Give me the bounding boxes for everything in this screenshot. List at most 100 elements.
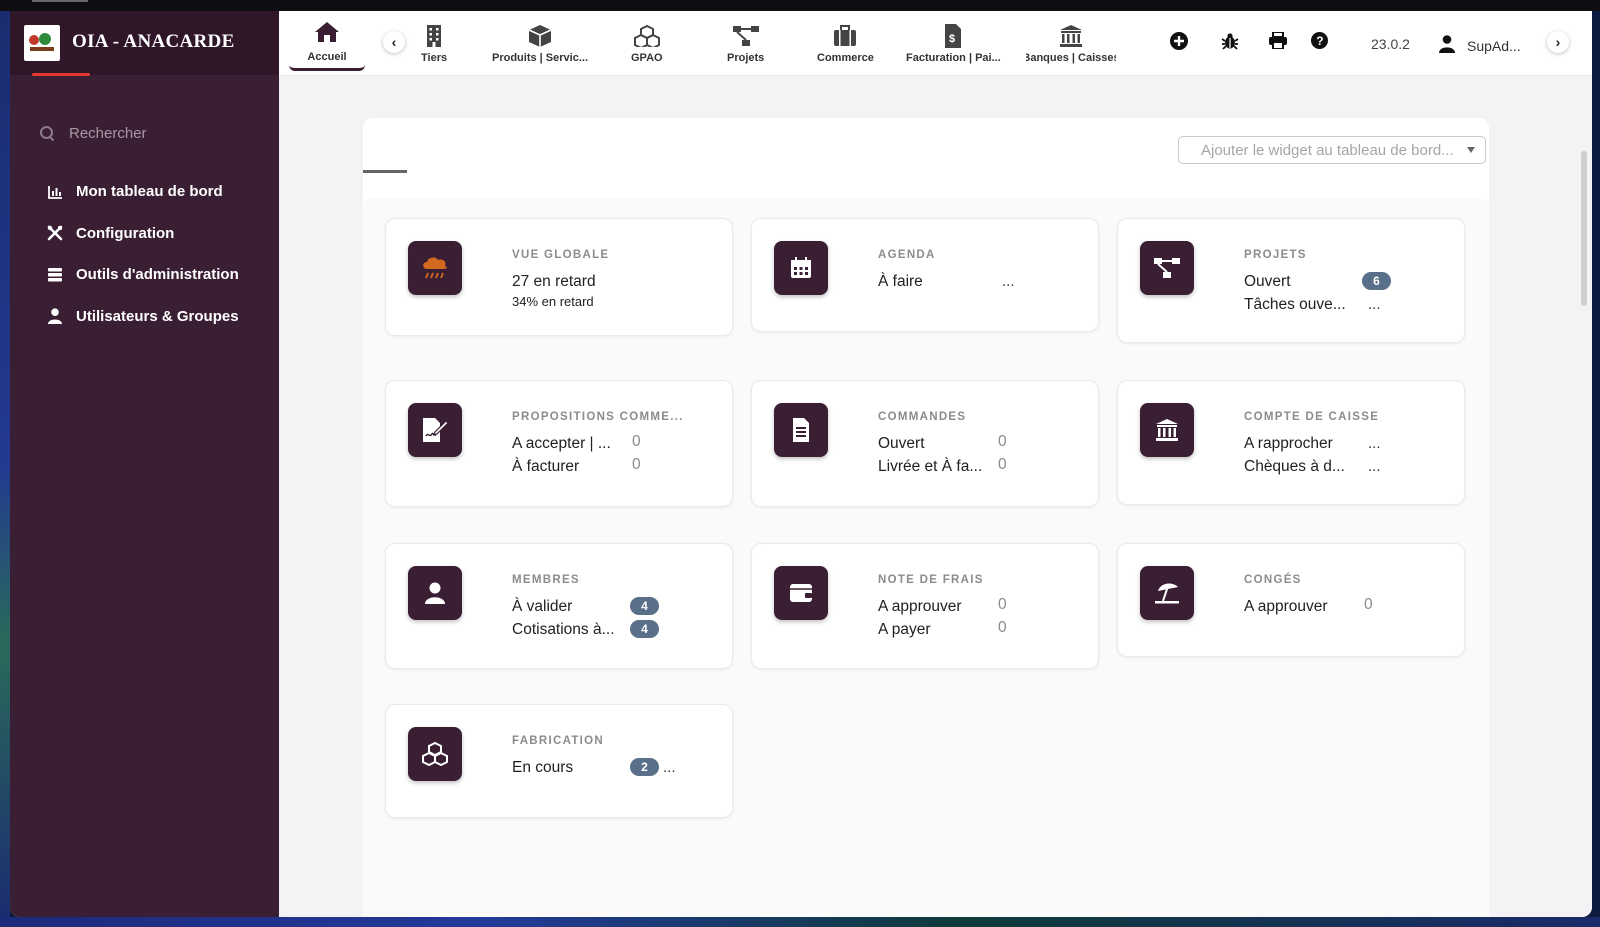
card-row-label[interactable]: Chèques à d... (1244, 458, 1345, 476)
file-signature-icon (408, 403, 462, 457)
card-row-label[interactable]: À valider (512, 598, 572, 616)
card-row-label[interactable]: A approuver (1244, 598, 1328, 616)
home-icon (314, 21, 340, 48)
card-title: COMMANDES (878, 411, 967, 423)
card-title: COMPTE DE CAISSE (1244, 411, 1380, 423)
sitemap-icon (732, 23, 760, 49)
tab-products-services[interactable]: Produits | Servic... (492, 23, 588, 64)
card-row-value: 0 (1364, 596, 1373, 613)
tab-billing-payments[interactable]: $ Facturation | Pai... (906, 23, 1001, 64)
desktop-left-edge (0, 11, 10, 917)
bug-icon (1221, 32, 1239, 55)
tab-home[interactable]: Accueil (289, 15, 365, 71)
nav-scroll-right-button[interactable]: › (1547, 31, 1569, 53)
tab-label: Produits | Servic... (492, 52, 588, 64)
sidebar-item-admin-tools[interactable]: Outils d'administration (46, 254, 239, 296)
brand-header[interactable]: OIA - ANACARDE (10, 11, 279, 76)
vertical-scrollbar[interactable] (1581, 151, 1587, 306)
card-vue-globale[interactable]: VUE GLOBALE 27 en retard 34% en retard (385, 218, 733, 336)
tab-label: Commerce (817, 52, 874, 64)
app-window: OIA - ANACARDE Mon tableau de bord Confi… (10, 11, 1592, 917)
main-content: Ajouter le widget au tableau de bord... … (279, 76, 1592, 917)
card-row-label[interactable]: A approuver (878, 598, 962, 616)
tab-banks-cash[interactable]: Banques | Caisses (1026, 23, 1116, 64)
sidebar-item-label: Utilisateurs & Groupes (76, 307, 239, 325)
nav-scroll-left-button[interactable]: ‹ (383, 31, 405, 53)
cubes-icon (408, 727, 462, 781)
card-note-de-frais[interactable]: NOTE DE FRAIS A approuver 0 A payer 0 (751, 543, 1099, 669)
svg-text:?: ? (1316, 34, 1323, 48)
card-row-label[interactable]: A rapprocher (1244, 435, 1333, 453)
add-widget-placeholder: Ajouter le widget au tableau de bord... (1201, 142, 1454, 159)
debug-button[interactable] (1220, 32, 1240, 55)
tab-projects[interactable]: Projets (727, 23, 764, 64)
user-name: SupAd... (1467, 37, 1521, 54)
card-commandes[interactable]: COMMANDES Ouvert 0 Livrée et À fa... 0 (751, 380, 1099, 507)
tab-label: Facturation | Pai... (906, 52, 1001, 64)
card-row-label[interactable]: A accepter | ... (512, 435, 611, 453)
card-projets[interactable]: PROJETS Ouvert 6 Tâches ouve... ... (1117, 218, 1465, 343)
tab-label: Accueil (307, 50, 347, 63)
panel-tab-indicator (363, 170, 407, 173)
card-row-value: ... (1368, 458, 1381, 475)
card-primary-value[interactable]: 27 en retard (512, 273, 596, 291)
file-invoice-icon (774, 403, 828, 457)
os-top-strip (0, 0, 1600, 11)
print-icon (1269, 31, 1287, 54)
card-row-value: 0 (632, 433, 641, 450)
card-secondary-value: 34% en retard (512, 294, 594, 309)
tab-label: GPAO (631, 52, 663, 64)
help-button[interactable]: ? (1309, 32, 1329, 53)
caret-down-icon (1467, 147, 1475, 153)
card-row-label[interactable]: A payer (878, 621, 931, 639)
card-row-label[interactable]: Cotisations à... (512, 621, 615, 639)
sidebar-menu: Mon tableau de bord Configuration Outils… (46, 171, 239, 337)
card-agenda[interactable]: AGENDA À faire ... (751, 218, 1099, 332)
search-input[interactable] (67, 123, 251, 143)
card-row-label[interactable]: Livrée et À fa... (878, 458, 982, 476)
sidebar-item-dashboard[interactable]: Mon tableau de bord (46, 171, 239, 213)
card-row-label[interactable]: À facturer (512, 458, 579, 476)
card-fabrication[interactable]: FABRICATION En cours 2 ... (385, 704, 733, 818)
add-button[interactable] (1169, 31, 1189, 53)
count-badge[interactable]: 2 (630, 758, 659, 776)
building-icon (426, 23, 442, 49)
top-navbar: Accueil ‹ Tiers Produits | Servic... GPA… (279, 11, 1592, 76)
card-propositions-commerciales[interactable]: PROPOSITIONS COMME... A accepter | ... 0… (385, 380, 733, 507)
chevron-left-icon: ‹ (391, 34, 397, 50)
card-row-label[interactable]: À faire (878, 273, 923, 291)
count-badge[interactable]: 4 (630, 620, 659, 638)
calendar-icon (774, 241, 828, 295)
card-row-label[interactable]: Ouvert (1244, 273, 1291, 291)
tab-label: Tiers (421, 52, 448, 64)
card-row-value: ... (1002, 273, 1015, 290)
os-top-indicator (32, 0, 88, 2)
tab-commerce[interactable]: Commerce (817, 23, 874, 64)
card-title: PROPOSITIONS COMME... (512, 411, 684, 423)
server-icon (46, 266, 64, 284)
brand-logo (24, 25, 60, 61)
print-button[interactable] (1268, 31, 1288, 54)
sidebar-item-label: Configuration (76, 224, 175, 242)
add-widget-select[interactable]: Ajouter le widget au tableau de bord... (1178, 136, 1486, 164)
tab-tiers[interactable]: Tiers (421, 23, 447, 64)
count-badge[interactable]: 4 (630, 597, 659, 615)
brand-title: OIA - ANACARDE (72, 31, 235, 52)
card-row-label[interactable]: Tâches ouve... (1244, 296, 1346, 314)
card-conges[interactable]: CONGÉS A approuver 0 (1117, 543, 1465, 657)
card-compte-de-caisse[interactable]: COMPTE DE CAISSE A rapprocher ... Chèque… (1117, 380, 1465, 505)
card-row-value: ... (1368, 296, 1381, 313)
box-icon (528, 23, 552, 49)
card-membres[interactable]: MEMBRES À valider 4 Cotisations à... 4 (385, 543, 733, 669)
version-label: 23.0.2 (1371, 36, 1410, 52)
user-icon (1439, 35, 1455, 56)
tab-gpao[interactable]: GPAO (631, 23, 663, 64)
count-badge[interactable]: 6 (1362, 272, 1391, 290)
user-menu[interactable]: SupAd... (1439, 35, 1521, 56)
card-row-label[interactable]: Ouvert (878, 435, 925, 453)
card-row-label[interactable]: En cours (512, 759, 573, 777)
card-title: MEMBRES (512, 574, 580, 586)
sidebar-item-users-groups[interactable]: Utilisateurs & Groupes (46, 296, 239, 338)
sidebar-item-configuration[interactable]: Configuration (46, 213, 239, 255)
sidebar-item-label: Outils d'administration (76, 266, 239, 284)
